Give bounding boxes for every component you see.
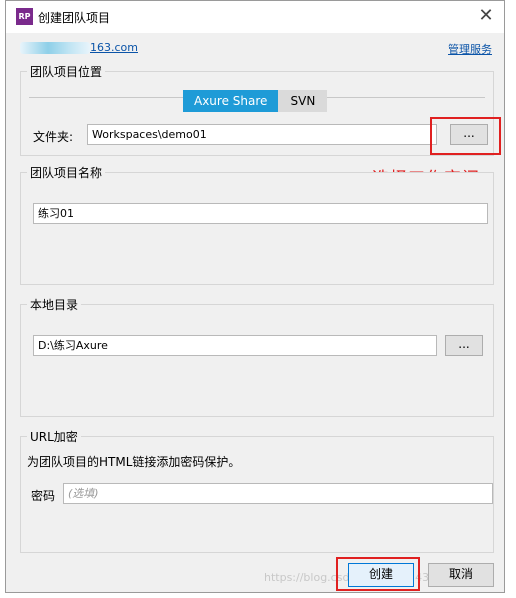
local-dir-browse-button[interactable]: ... (445, 335, 483, 356)
local-dir-legend: 本地目录 (27, 296, 82, 313)
url-encryption-group: URL加密 为团队项目的HTML链接添加密码保护。 密码 (选填) (20, 428, 494, 553)
folder-label: 文件夹: (33, 130, 74, 144)
create-highlight-box (336, 557, 420, 591)
account-email-link[interactable]: 163.com (20, 41, 138, 54)
tab-axure-share[interactable]: Axure Share (183, 90, 279, 112)
location-group: 团队项目位置 Axure Share SVN 文件夹: Workspaces\d… (20, 63, 494, 156)
close-icon[interactable]: ✕ (474, 5, 498, 29)
url-description: 为团队项目的HTML链接添加密码保护。 (27, 455, 241, 469)
location-legend: 团队项目位置 (27, 63, 106, 80)
cancel-button[interactable]: 取消 (428, 563, 494, 587)
tab-svn[interactable]: SVN (278, 90, 328, 112)
browse-highlight-box (430, 117, 501, 155)
name-legend: 团队项目名称 (27, 164, 106, 181)
password-label: 密码 (31, 489, 56, 503)
local-dir-input[interactable]: D:\练习Axure (33, 335, 437, 356)
project-name-input[interactable]: 练习01 (33, 203, 488, 224)
password-input[interactable]: (选填) (63, 483, 493, 504)
folder-input[interactable]: Workspaces\demo01 (87, 124, 437, 145)
axure-rp-app-icon: RP (16, 8, 33, 25)
window-title: 创建团队项目 (38, 11, 111, 25)
title-bar: RP 创建团队项目 ✕ (6, 1, 504, 33)
dialog-window: RP 创建团队项目 ✕ 163.com 管理服务 团队项目位置 Axure Sh… (5, 0, 505, 593)
local-dir-group: 本地目录 D:\练习Axure ... (20, 296, 494, 417)
account-email-suffix: 163.com (90, 41, 138, 54)
manage-service-link[interactable]: 管理服务 (448, 41, 492, 57)
host-tabs: Axure Share SVN (183, 90, 328, 112)
redacted-email-blur (20, 42, 90, 54)
name-group: 团队项目名称 练习01 (20, 164, 494, 285)
url-legend: URL加密 (27, 428, 81, 445)
